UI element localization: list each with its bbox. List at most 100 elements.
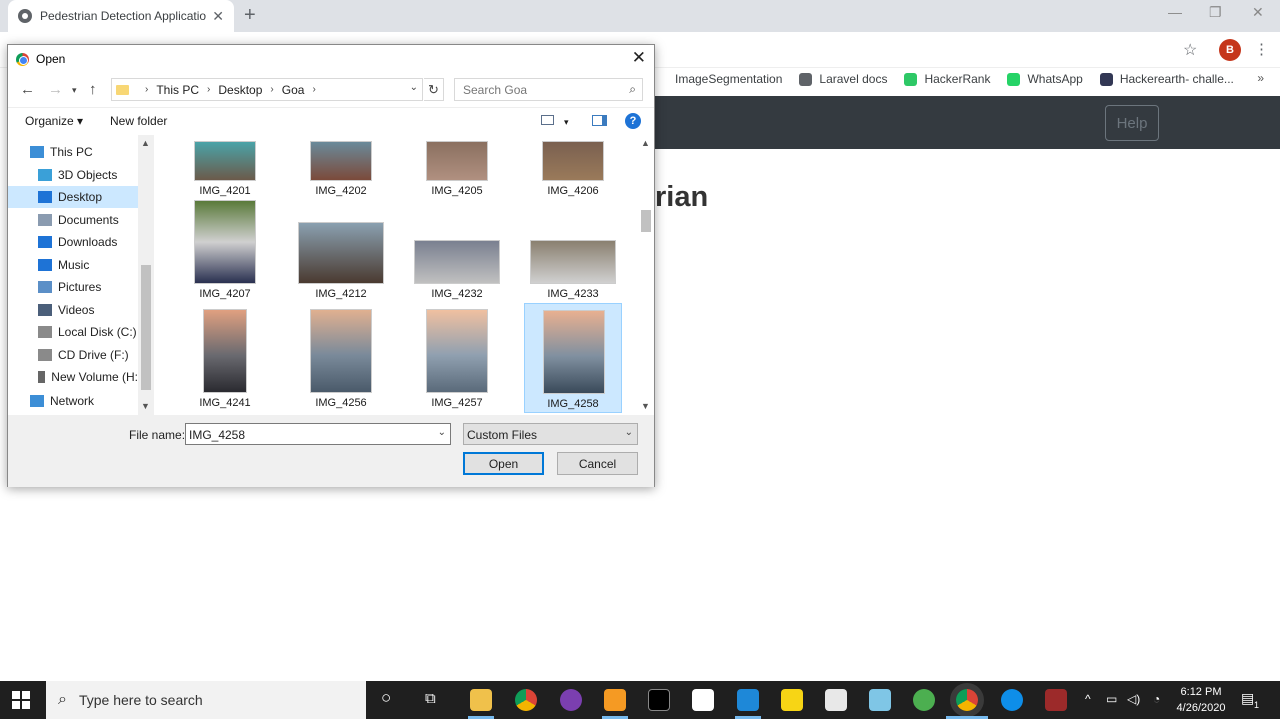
taskbar-search-box[interactable]: ⌕ Type here to search <box>46 681 366 719</box>
nav-item-desktop[interactable]: Desktop <box>8 186 138 208</box>
address-breadcrumb[interactable]: › This PC › Desktop › Goa › ⌄ <box>111 78 423 101</box>
file-item[interactable]: IMG_4212 <box>292 194 390 304</box>
nav-item-music[interactable]: Music <box>8 254 138 276</box>
app-purple-icon[interactable] <box>560 689 582 711</box>
bookmark-item[interactable]: ImageSegmentation <box>655 72 782 86</box>
app-blue-icon[interactable] <box>869 689 891 711</box>
file-item[interactable]: IMG_4207 <box>176 194 274 304</box>
chevron-down-icon[interactable]: ⌄ <box>438 427 446 438</box>
file-explorer-icon[interactable] <box>470 689 492 711</box>
chevron-down-icon[interactable]: ⌄ <box>410 82 418 93</box>
nav-item-documents[interactable]: Documents <box>8 209 138 231</box>
help-icon[interactable]: ? <box>625 113 641 129</box>
search-input[interactable]: Search Goa ⌕ <box>454 78 643 101</box>
file-item[interactable]: IMG_4201 <box>176 135 274 201</box>
scroll-up-icon[interactable]: ▲ <box>141 138 150 148</box>
minimize-button[interactable]: — <box>1168 4 1182 20</box>
scroll-up-icon[interactable]: ▲ <box>641 138 650 148</box>
bookmark-star-icon[interactable]: ☆ <box>1183 40 1197 60</box>
sublime-text-icon[interactable] <box>604 689 626 711</box>
bookmark-item[interactable]: Laravel docs <box>799 72 887 86</box>
bookmark-item[interactable]: Hackerearth- challe... <box>1099 72 1234 86</box>
chevron-right-icon[interactable]: › <box>207 84 210 95</box>
chevron-up-icon[interactable]: ^ <box>1085 692 1091 706</box>
file-scroll-thumb[interactable] <box>641 210 651 232</box>
sticky-notes-icon[interactable] <box>781 689 803 711</box>
back-arrow-icon[interactable]: ← <box>20 81 35 98</box>
store-icon[interactable] <box>692 689 714 711</box>
menu-kebab-icon[interactable]: ⋮ <box>1254 40 1269 58</box>
nav-item-cd-drive-f[interactable]: CD Drive (F:) <box>8 344 138 366</box>
change-view-icon[interactable] <box>541 115 554 125</box>
tab-close-icon[interactable]: ✕ <box>212 8 224 25</box>
nav-item-new-volume-h[interactable]: New Volume (H: <box>8 366 138 388</box>
file-item[interactable]: IMG_4241 <box>176 303 274 413</box>
nav-item-network[interactable]: Network <box>8 390 138 412</box>
dialog-close-button[interactable]: ✕ <box>632 48 646 68</box>
bookmarks-more-icon[interactable]: » <box>1257 71 1264 85</box>
document-icon[interactable] <box>825 689 847 711</box>
task-view-icon[interactable]: ⧉ <box>425 690 436 707</box>
nav-item-this-pc[interactable]: This PC <box>8 141 138 163</box>
cancel-button[interactable]: Cancel <box>557 452 638 475</box>
preview-pane-icon[interactable] <box>592 115 607 126</box>
windows-start-icon[interactable] <box>12 691 30 709</box>
chrome-active-taskbar-icon[interactable] <box>956 689 978 711</box>
recent-locations-chevron-icon[interactable]: ▾ <box>72 85 77 96</box>
restore-button[interactable]: ❐ <box>1209 4 1222 21</box>
new-tab-button[interactable]: + <box>244 4 256 27</box>
nav-item-downloads[interactable]: Downloads <box>8 231 138 253</box>
nav-item-videos[interactable]: Videos <box>8 299 138 321</box>
breadcrumb-this-pc[interactable]: This PC <box>156 83 199 97</box>
open-button[interactable]: Open <box>463 452 544 475</box>
breadcrumb-goa[interactable]: Goa <box>282 83 305 97</box>
profile-avatar[interactable]: B <box>1219 39 1241 61</box>
cortana-icon[interactable]: ○ <box>381 688 391 708</box>
breadcrumb-desktop[interactable]: Desktop <box>218 83 262 97</box>
vscode-icon[interactable] <box>737 689 759 711</box>
nav-item-pictures[interactable]: Pictures <box>8 276 138 298</box>
scroll-down-icon[interactable]: ▼ <box>641 401 650 411</box>
up-arrow-icon[interactable]: ↑ <box>89 81 97 98</box>
file-item[interactable]: IMG_4256 <box>292 303 390 413</box>
browser-tab-active[interactable]: Pedestrian Detection Application ✕ <box>8 0 234 32</box>
file-item[interactable]: IMG_4258 <box>524 303 622 413</box>
help-button[interactable]: Help <box>1105 105 1159 141</box>
file-item[interactable]: IMG_4206 <box>524 135 622 201</box>
chevron-right-icon[interactable]: › <box>312 84 315 95</box>
bookmark-item[interactable]: HackerRank <box>904 72 990 86</box>
file-scrollbar[interactable]: ▲ ▼ <box>638 135 654 415</box>
terminal-icon[interactable] <box>648 689 670 711</box>
chevron-right-icon[interactable]: › <box>145 84 148 95</box>
refresh-button[interactable]: ↻ <box>424 78 444 101</box>
forward-arrow-icon[interactable]: → <box>48 81 63 98</box>
new-folder-button[interactable]: New folder <box>110 114 167 128</box>
view-chevron-icon[interactable]: ▾ <box>564 117 569 128</box>
android-studio-icon[interactable] <box>913 689 935 711</box>
battery-icon[interactable]: ▭ <box>1106 692 1117 706</box>
file-item[interactable]: IMG_4233 <box>524 194 622 304</box>
file-name-field[interactable]: IMG_4258 ⌄ <box>185 423 451 445</box>
system-clock[interactable]: 6:12 PM 4/26/2020 <box>1170 684 1232 716</box>
chevron-right-icon[interactable]: › <box>270 84 273 95</box>
scroll-down-icon[interactable]: ▼ <box>141 401 150 411</box>
nav-scroll-thumb[interactable] <box>141 265 151 390</box>
file-item[interactable]: IMG_4205 <box>408 135 506 201</box>
organize-button[interactable]: Organize ▾ <box>25 114 83 128</box>
nav-item-local-disk-c[interactable]: Local Disk (C:) <box>8 321 138 343</box>
notification-icon[interactable]: ▤ <box>1241 690 1254 707</box>
volume-icon[interactable]: ◁) <box>1127 692 1140 706</box>
chrome-taskbar-icon[interactable] <box>515 689 537 711</box>
file-item[interactable]: IMG_4257 <box>408 303 506 413</box>
dialog-titlebar[interactable]: Open ✕ <box>8 45 654 73</box>
bookmark-item[interactable]: WhatsApp <box>1007 72 1083 86</box>
window-close-button[interactable]: ✕ <box>1252 4 1264 21</box>
wifi-icon[interactable]: ◔ <box>1153 692 1160 706</box>
file-item[interactable]: IMG_4202 <box>292 135 390 201</box>
file-type-select[interactable]: Custom Files ⌄ <box>463 423 638 445</box>
winrar-icon[interactable] <box>1045 689 1067 711</box>
nav-scrollbar[interactable]: ▲ ▼ <box>138 135 154 415</box>
file-item[interactable]: IMG_4232 <box>408 194 506 304</box>
nav-item-3d-objects[interactable]: 3D Objects <box>8 164 138 186</box>
teamviewer-icon[interactable] <box>1001 689 1023 711</box>
